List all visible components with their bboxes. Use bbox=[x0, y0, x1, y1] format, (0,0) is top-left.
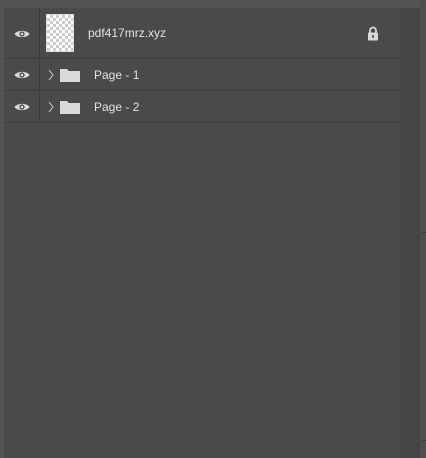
divider bbox=[422, 232, 426, 233]
layer-group-row[interactable]: Page - 1 bbox=[4, 59, 400, 91]
divider bbox=[422, 440, 426, 441]
visibility-column bbox=[4, 59, 40, 90]
lock-icon bbox=[368, 26, 378, 41]
layer-group-name[interactable]: Page - 1 bbox=[94, 68, 139, 82]
layer-row[interactable]: pdf417mrz.xyz bbox=[4, 8, 400, 59]
chevron-right-icon[interactable] bbox=[48, 101, 54, 113]
panel-edge bbox=[420, 0, 426, 458]
visibility-column bbox=[4, 91, 40, 122]
vertical-scrollbar[interactable] bbox=[400, 8, 420, 458]
layer-group-row[interactable]: Page - 2 bbox=[4, 91, 400, 123]
folder-icon bbox=[60, 101, 80, 114]
visibility-column bbox=[4, 8, 40, 58]
layer-group-name[interactable]: Page - 2 bbox=[94, 100, 139, 114]
layer-name[interactable]: pdf417mrz.xyz bbox=[88, 26, 166, 40]
layers-list: pdf417mrz.xyz Page - 1 Page - 2 bbox=[4, 8, 400, 458]
layers-panel: pdf417mrz.xyz Page - 1 Page - 2 bbox=[0, 0, 426, 458]
chevron-right-icon[interactable] bbox=[48, 69, 54, 81]
eye-icon[interactable] bbox=[14, 70, 30, 80]
eye-icon[interactable] bbox=[14, 102, 30, 112]
folder-icon bbox=[60, 69, 80, 82]
eye-icon[interactable] bbox=[14, 29, 30, 39]
layer-thumbnail[interactable] bbox=[46, 14, 74, 52]
